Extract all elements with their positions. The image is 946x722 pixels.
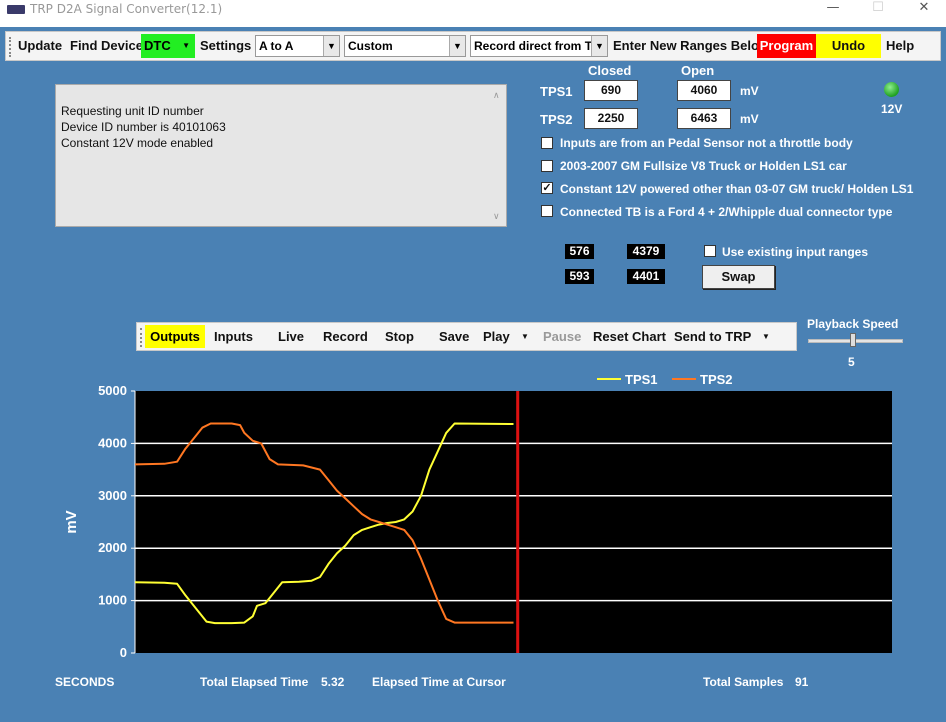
minimize-button[interactable]: — [813,0,853,20]
y-tick-label: 2000 [98,540,127,555]
window-title: TRP D2A Signal Converter(12.1) [30,2,223,16]
legend-label: TPS2 [700,372,733,387]
signal-chart[interactable]: 0 1000 2000 3000 4000 5000 mV TPS1 TPS2 [0,27,946,722]
y-tick-label: 1000 [98,593,127,608]
total-samples-label: Total Samples [703,675,784,689]
y-tick-label: 0 [120,645,127,660]
maximize-button[interactable]: ☐ [858,0,898,20]
y-tick-label: 4000 [98,435,127,450]
y-tick-label: 3000 [98,488,127,503]
total-elapsed-value: 5.32 [321,675,345,689]
y-tick-label: 5000 [98,383,127,398]
elapsed-cursor-label: Elapsed Time at Cursor [372,675,506,689]
close-button[interactable]: ✕ [904,0,944,20]
total-elapsed-label: Total Elapsed Time [200,675,309,689]
plot-area [135,391,892,653]
y-axis-label: mV [63,510,80,533]
total-samples-value: 91 [795,675,809,689]
main-panel: Update Find Device DTC ▼ Settings A to A… [0,27,946,722]
title-bar: TRP D2A Signal Converter(12.1) — ☐ ✕ [0,0,946,20]
app-icon [7,5,25,14]
legend-label: TPS1 [625,372,658,387]
seconds-label: SECONDS [55,675,115,689]
